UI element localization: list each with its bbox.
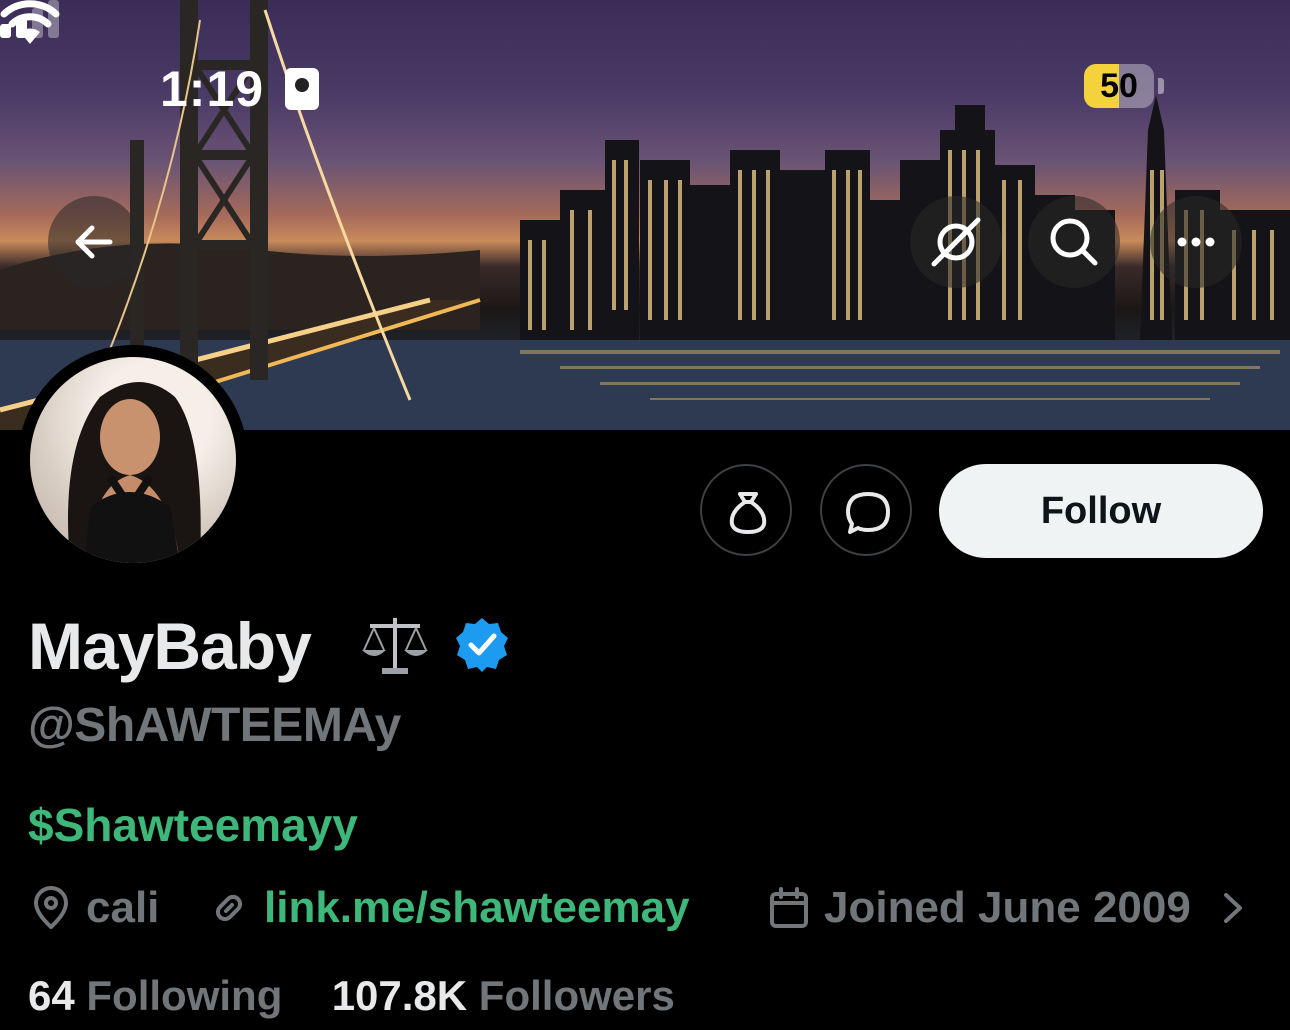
search-icon [1050,218,1098,266]
status-time: 1:19 [160,61,265,117]
status-bar: 1:19 50 [0,0,1290,180]
tip-button[interactable] [700,464,792,556]
money-bag-icon [729,492,767,534]
contact-card-icon [285,68,319,110]
followers-link[interactable]: 107.8K Followers [332,972,675,1019]
display-name: MayBaby [28,609,312,683]
battery-icon: 50 [1084,64,1154,108]
chevron-right-icon [1224,893,1242,923]
location: cali [28,880,159,936]
message-bubble-icon [846,492,890,534]
following-link[interactable]: 64 Following [28,972,282,1019]
back-button[interactable] [48,196,140,288]
link-chain-icon [215,894,243,922]
grok-slash-icon [931,217,981,267]
location-text: cali [86,883,160,932]
more-button[interactable] [1150,196,1242,288]
wifi-icon [0,0,60,44]
following-count: 64 [28,972,75,1019]
avatar-portrait [68,382,201,563]
avatar-image [30,357,236,563]
avatar[interactable] [18,345,248,575]
joined-text: Joined June 2009 [824,883,1191,932]
website-link-text[interactable]: link.me/shawteemay [264,883,690,933]
followers-label: Followers [478,972,675,1019]
handle: @ShAWTEEMAy [28,699,401,752]
verified-badge-icon [456,618,508,672]
profile-details-button[interactable] [1218,880,1260,936]
followers-count: 107.8K [331,972,468,1019]
more-dots-icon [1177,237,1215,247]
battery-level: 50 [1100,67,1138,105]
location-pin-icon [34,886,68,929]
balance-scale-icon [362,618,428,674]
follow-button[interactable]: Follow [939,464,1263,558]
profile-meta: cali link.me/shawteemay Joined June 2009 [28,880,1278,936]
search-button[interactable] [1028,196,1120,288]
grok-button[interactable] [910,196,1002,288]
calendar-icon [770,887,808,928]
follow-stats: 64 Following 107.8K Followers [28,972,675,1020]
bio[interactable]: $Shawteemayy [28,798,358,852]
battery-cap [1158,78,1164,94]
joined-date: Joined June 2009 [766,880,1191,936]
message-button[interactable] [820,464,912,556]
following-label: Following [86,972,283,1019]
arrow-left-icon [75,225,113,259]
website-link[interactable]: link.me/shawteemay [206,880,690,936]
